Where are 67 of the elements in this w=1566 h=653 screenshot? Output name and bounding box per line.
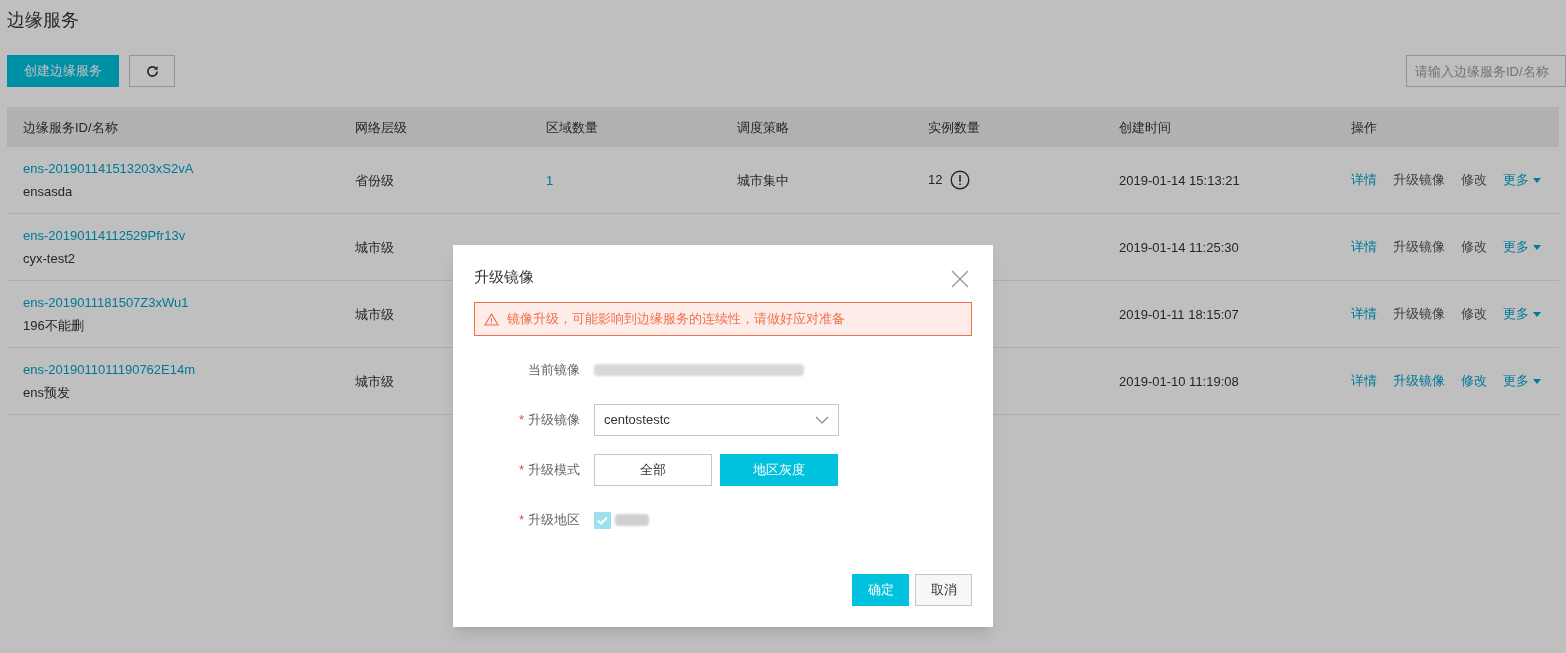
create-service-button[interactable]: 创建边缘服务 xyxy=(7,55,119,87)
warning-icon xyxy=(950,170,971,190)
action-link[interactable]: 详情 xyxy=(1351,371,1377,391)
close-icon xyxy=(951,270,969,288)
network-level: 城市级 xyxy=(355,240,394,255)
cancel-button[interactable]: 取消 xyxy=(915,574,972,606)
service-id-link[interactable]: ens-2019011181507Z3xWu1 xyxy=(23,293,189,313)
field-label: 当前镜像 xyxy=(528,361,580,380)
action-link[interactable]: 详情 xyxy=(1351,237,1377,257)
region-checkbox[interactable] xyxy=(594,511,611,529)
check-icon xyxy=(597,515,608,525)
strategy-text: 城市集中 xyxy=(737,173,789,188)
action-link[interactable]: 升级镜像 xyxy=(1393,371,1445,391)
mode-option[interactable]: 全部 xyxy=(594,454,712,486)
created-time: 2019-01-14 11:25:30 xyxy=(1119,240,1239,255)
column-header: 调度策略 xyxy=(737,120,789,135)
alert-text: 镜像升级，可能影响到边缘服务的连续性，请做好应对准备 xyxy=(507,310,845,329)
chevron-down-icon xyxy=(815,416,829,424)
caret-icon xyxy=(1533,311,1541,317)
instance-count: 12 xyxy=(928,171,943,190)
action-link[interactable]: 详情 xyxy=(1351,170,1377,190)
dialog-title: 升级镜像 xyxy=(474,266,534,287)
network-level: 城市级 xyxy=(355,307,394,322)
caret-icon xyxy=(1533,378,1541,384)
refresh-button[interactable] xyxy=(129,55,175,87)
column-header: 边缘服务ID/名称 xyxy=(23,120,118,135)
required-mark: * xyxy=(518,411,524,430)
more-dropdown[interactable]: 更多 xyxy=(1503,371,1541,391)
service-name: ensasda xyxy=(23,182,73,201)
field-label: 升级模式 xyxy=(528,461,580,480)
field-label: 升级镜像 xyxy=(528,411,580,430)
confirm-button[interactable]: 确定 xyxy=(852,574,909,606)
field-label: 升级地区 xyxy=(528,511,580,530)
service-id-link[interactable]: ens-2019011011190762E14m xyxy=(23,360,196,380)
close-button[interactable] xyxy=(950,269,970,289)
search-field[interactable]: 请输入边缘服务ID/名称 xyxy=(1406,55,1566,87)
more-dropdown[interactable]: 更多 xyxy=(1503,304,1541,324)
created-time: 2019-01-10 11:19:08 xyxy=(1119,374,1239,389)
caret-icon xyxy=(1533,244,1541,250)
column-header: 实例数量 xyxy=(928,120,980,135)
service-id-link[interactable]: ens-201901141513203xS2vA xyxy=(23,159,194,179)
region-count-link[interactable]: 1 xyxy=(546,173,554,188)
more-dropdown[interactable]: 更多 xyxy=(1503,237,1541,257)
mode-option[interactable]: 地区灰度 xyxy=(720,454,838,486)
created-time: 2019-01-11 18:15:07 xyxy=(1119,307,1239,322)
warning-triangle-icon xyxy=(484,312,499,326)
refresh-icon xyxy=(145,64,159,78)
column-header: 区域数量 xyxy=(546,120,598,135)
created-time: 2019-01-14 15:13:21 xyxy=(1119,173,1240,188)
service-name: ens预发 xyxy=(23,383,70,402)
network-level: 城市级 xyxy=(355,374,394,389)
required-mark: * xyxy=(518,461,524,480)
page-title: 边缘服务 xyxy=(7,9,80,32)
service-name: cyx-test2 xyxy=(23,249,75,268)
required-mark: * xyxy=(518,511,524,530)
service-name: 196不能删 xyxy=(23,316,84,335)
column-header: 创建时间 xyxy=(1119,120,1171,135)
network-level: 省份级 xyxy=(355,173,394,188)
service-id-link[interactable]: ens-20190114112529Pfr13v xyxy=(23,226,186,246)
column-header: 操作 xyxy=(1351,120,1377,135)
column-header: 网络层级 xyxy=(355,120,407,135)
action-link[interactable]: 详情 xyxy=(1351,304,1377,324)
more-dropdown[interactable]: 更多 xyxy=(1503,170,1541,190)
action-link[interactable]: 修改 xyxy=(1461,371,1487,391)
blurred-text xyxy=(615,514,649,526)
caret-icon xyxy=(1533,177,1541,183)
image-select[interactable]: centostestc xyxy=(594,404,839,436)
